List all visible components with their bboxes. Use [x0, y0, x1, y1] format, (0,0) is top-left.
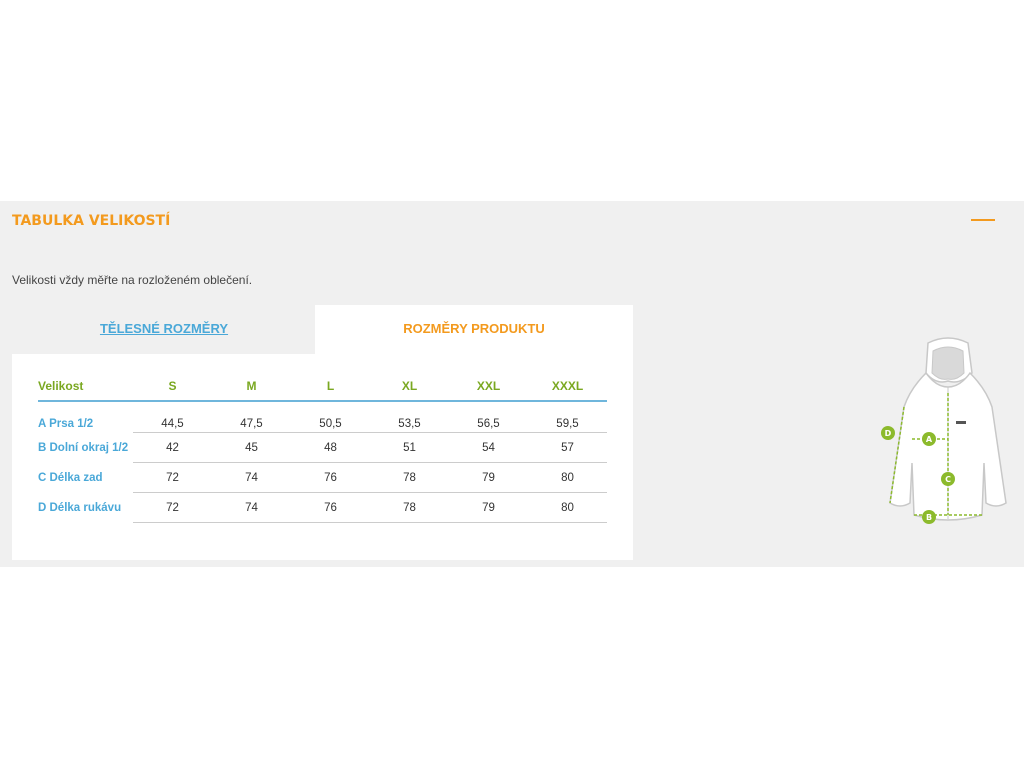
table-cell: 44,5 — [133, 401, 212, 433]
table-cell: 78 — [370, 492, 449, 523]
size-chart-panel: TABULKA VELIKOSTÍ Velikosti vždy měřte n… — [0, 201, 1024, 567]
header-xl: XL — [370, 372, 449, 402]
panel-title: TABULKA VELIKOSTÍ — [12, 213, 171, 229]
row-label: C Délka zad — [38, 471, 103, 484]
table-cell: 79 — [449, 492, 528, 523]
table-cell: 80 — [528, 462, 607, 493]
marker-a-label: A — [926, 435, 933, 444]
row-label: B Dolní okraj 1/2 — [38, 441, 129, 454]
table-cell: 56,5 — [449, 401, 528, 433]
header-xxl: XXL — [449, 372, 528, 402]
measurement-note: Velikosti vždy měřte na rozloženém obleč… — [12, 273, 253, 287]
header-l: L — [291, 372, 370, 402]
row-label: A Prsa 1/2 — [38, 418, 94, 430]
collapse-icon[interactable] — [971, 219, 995, 221]
size-table-card: Velikost S M L XL XXL XXXL A Prsa 1/2 44… — [12, 354, 633, 560]
table-cell: 57 — [528, 432, 607, 463]
header-xxxl: XXXL — [528, 372, 607, 402]
table-cell: 80 — [528, 492, 607, 523]
jacket-diagram-icon: A B C D — [881, 337, 1007, 524]
tab-body-measurements[interactable]: TĚLESNÉ ROZMĚRY — [12, 305, 316, 354]
table-cell: 72 — [133, 462, 212, 493]
marker-b-label: B — [926, 513, 932, 522]
header-s: S — [133, 372, 212, 402]
table-cell: 42 — [133, 432, 212, 463]
table-cell: 76 — [291, 492, 370, 523]
marker-c-label: C — [945, 475, 951, 484]
table-cell: 74 — [212, 492, 291, 523]
table-cell: 79 — [449, 462, 528, 493]
table-row: D Délka rukávu 72 74 76 78 79 80 — [38, 492, 607, 523]
row-label: D Délka rukávu — [38, 501, 122, 514]
table-cell: 72 — [133, 492, 212, 523]
tab-product-measurements[interactable]: ROZMĚRY PRODUKTU — [315, 305, 633, 354]
table-row: A Prsa 1/2 44,5 47,5 50,5 53,5 56,5 59,5 — [38, 401, 607, 433]
header-size: Velikost — [38, 372, 133, 402]
table-cell: 59,5 — [528, 401, 607, 433]
table-header-row: Velikost S M L XL XXL XXXL — [38, 372, 607, 402]
table-cell: 47,5 — [212, 401, 291, 433]
table-cell: 51 — [370, 432, 449, 463]
table-cell: 76 — [291, 462, 370, 493]
table-cell: 78 — [370, 462, 449, 493]
marker-d-label: D — [885, 429, 892, 438]
table-cell: 54 — [449, 432, 528, 463]
table-row: C Délka zad 72 74 76 78 79 80 — [38, 462, 607, 493]
table-row: B Dolní okraj 1/2 42 45 48 51 54 57 — [38, 432, 607, 463]
table-cell: 74 — [212, 462, 291, 493]
table-cell: 50,5 — [291, 401, 370, 433]
table-cell: 53,5 — [370, 401, 449, 433]
table-cell: 45 — [212, 432, 291, 463]
header-m: M — [212, 372, 291, 402]
size-table: Velikost S M L XL XXL XXXL A Prsa 1/2 44… — [38, 372, 607, 523]
table-cell: 48 — [291, 432, 370, 463]
